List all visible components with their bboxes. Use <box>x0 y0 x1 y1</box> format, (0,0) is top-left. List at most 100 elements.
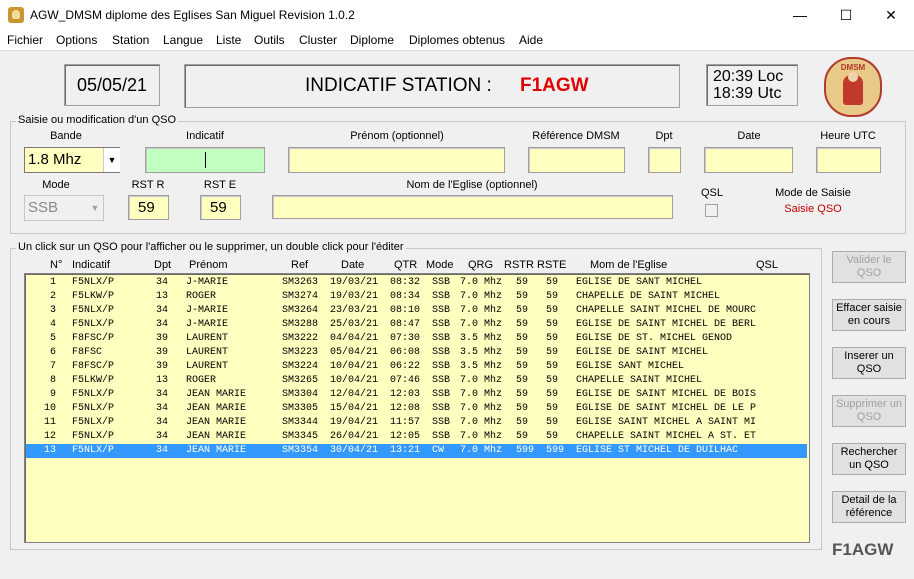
cell-date: 26/04/21 <box>330 431 379 442</box>
table-row[interactable]: 10 F5NLX/P 34 JEAN MARIE SM3305 15/04/21 12:08… <box>26 402 807 416</box>
cell-eglise: CHAPELLE SAINT MICHEL DE MOURC <box>576 305 757 316</box>
cell-ref: SM3265 <box>282 375 319 386</box>
bande-select[interactable]: 1.8 Mhz ▼ <box>24 147 120 173</box>
prenom-input[interactable] <box>288 147 505 173</box>
cell-num: 13 <box>43 445 56 456</box>
dpt-input[interactable] <box>648 147 681 173</box>
inserer-qso-button[interactable]: Inserer un QSO <box>832 347 906 379</box>
effacer-saisie-button[interactable]: Effacer saisie en cours <box>832 299 906 331</box>
menu-cluster[interactable]: Cluster <box>299 33 337 47</box>
table-row[interactable]: 1 F5NLX/P 34 J-MARIE SM3263 19/03/21 08:32 SSB 7… <box>26 276 807 290</box>
footer-callsign: F1AGW <box>832 540 894 559</box>
table-row[interactable]: 13 F5NLX/P 34 JEAN MARIE SM3354 30/04/21 13:21… <box>26 444 807 458</box>
col-header-eglise: Mom de l'Eglise <box>590 259 668 271</box>
table-row[interactable]: 11 F5NLX/P 34 JEAN MARIE SM3344 19/04/21 11:57… <box>26 416 807 430</box>
table-row[interactable]: 6 F8FSC 39 LAURENT SM3223 05/04/21 06:08 SSB 3.5… <box>26 346 807 360</box>
minimize-button[interactable]: — <box>777 0 823 30</box>
cell-dpt: 39 <box>156 333 169 344</box>
cell-num: 3 <box>49 305 56 316</box>
cell-rste: 59 <box>546 277 559 288</box>
cell-date: 05/04/21 <box>330 347 379 358</box>
cell-date: 23/03/21 <box>330 305 379 316</box>
menu-options[interactable]: Options <box>56 33 97 47</box>
mode-select[interactable]: SSB ▼ <box>24 195 104 221</box>
bande-label: Bande <box>50 130 82 142</box>
cell-prenom: ROGER <box>186 291 217 302</box>
menu-outils[interactable]: Outils <box>254 33 285 47</box>
table-row[interactable]: 2 F5LKW/P 13 ROGER SM3274 19/03/21 08:34 SSB 7.0… <box>26 290 807 304</box>
cell-date: 15/04/21 <box>330 403 379 414</box>
col-header-qrg: QRG <box>468 259 494 271</box>
cell-qrg: 7.0 Mhz <box>460 403 503 414</box>
cell-eglise: EGLISE DE SANT MICHEL <box>576 277 703 288</box>
heure-input[interactable] <box>816 147 881 173</box>
cell-prenom: JEAN MARIE <box>186 445 247 456</box>
table-row[interactable]: 12 F5NLX/P 34 JEAN MARIE SM3345 26/04/21 12:05… <box>26 430 807 444</box>
cell-qrg: 3.5 Mhz <box>460 333 503 344</box>
cell-num: 1 <box>49 277 56 288</box>
chevron-down-icon[interactable]: ▼ <box>103 148 120 172</box>
cell-qtr: 12:05 <box>390 431 421 442</box>
cell-rste: 59 <box>546 403 559 414</box>
table-row[interactable]: 4 F5NLX/P 34 J-MARIE SM3288 25/03/21 08:47 SSB 7… <box>26 318 807 332</box>
close-button[interactable]: ✕ <box>868 0 914 30</box>
qsl-checkbox[interactable] <box>705 204 718 217</box>
cell-date: 19/04/21 <box>330 417 379 428</box>
table-row[interactable]: 3 F5NLX/P 34 J-MARIE SM3264 23/03/21 08:10 SSB 7… <box>26 304 807 318</box>
cell-indicatif: F5NLX/P <box>72 445 115 456</box>
rechercher-qso-button[interactable]: Rechercher un QSO <box>832 443 906 475</box>
detail-reference-button[interactable]: Detail de la référence <box>832 491 906 523</box>
maximize-button[interactable]: ☐ <box>823 0 869 30</box>
cell-rstr: 59 <box>516 305 529 316</box>
cell-ref: SM3344 <box>282 417 319 428</box>
valider-qso-button[interactable]: Valider le QSO <box>832 251 906 283</box>
menu-bar: Fichier Options Station Langue Liste Out… <box>0 30 914 51</box>
table-row[interactable]: 8 F5LKW/P 13 ROGER SM3265 10/04/21 07:46 SSB 7.0… <box>26 374 807 388</box>
cell-indicatif: F8FSC/P <box>72 361 115 372</box>
table-row[interactable]: 5 F8FSC/P 39 LAURENT SM3222 04/04/21 07:30 SSB 3… <box>26 332 807 346</box>
cell-indicatif: F5LKW/P <box>72 375 115 386</box>
title-bar: AGW_DMSM diplome des Eglises San Miguel … <box>0 0 914 30</box>
nom-eglise-label: Nom de l'Eglise (optionnel) <box>406 179 538 191</box>
menu-station[interactable]: Station <box>112 33 149 47</box>
cell-num: 12 <box>43 431 56 442</box>
col-header-date: Date <box>341 259 365 271</box>
cell-ref: SM3354 <box>282 445 319 456</box>
date-input[interactable] <box>704 147 793 173</box>
menu-langue[interactable]: Langue <box>163 33 203 47</box>
cell-qrg: 7.0 Mhz <box>460 431 503 442</box>
cell-ref: SM3222 <box>282 333 319 344</box>
rst-e-input[interactable]: 59 <box>200 195 241 220</box>
cell-rstr: 59 <box>516 431 529 442</box>
rst-e-label: RST E <box>203 179 237 191</box>
menu-aide[interactable]: Aide <box>519 33 543 47</box>
supprimer-qso-button[interactable]: Supprimer un QSO <box>832 395 906 427</box>
cell-rste: 59 <box>546 417 559 428</box>
cell-rstr: 59 <box>516 389 529 400</box>
table-row[interactable]: 7 F8FSC/P 39 LAURENT SM3224 10/04/21 06:22 SSB 3… <box>26 360 807 374</box>
heure-label: Heure UTC <box>820 130 876 142</box>
menu-diplome[interactable]: Diplome <box>350 33 394 47</box>
menu-liste[interactable]: Liste <box>216 33 241 47</box>
cell-rstr: 59 <box>516 403 529 414</box>
cell-rste: 59 <box>546 361 559 372</box>
cell-num: 8 <box>49 375 56 386</box>
cell-rste: 59 <box>546 305 559 316</box>
nom-eglise-input[interactable] <box>272 195 673 219</box>
chevron-down-icon[interactable]: ▼ <box>87 196 103 220</box>
cell-eglise: CHAPELLE SAINT MICHEL <box>576 375 703 386</box>
cell-prenom: LAURENT <box>186 333 229 344</box>
cell-mode: SSB <box>432 347 451 358</box>
cell-qtr: 07:46 <box>390 375 421 386</box>
cell-eglise: EGLISE SANT MICHEL <box>576 361 685 372</box>
menu-diplomes-obtenus[interactable]: Diplomes obtenus <box>409 33 505 47</box>
cell-prenom: J-MARIE <box>186 319 229 330</box>
cell-ref: SM3264 <box>282 305 319 316</box>
reference-input[interactable] <box>528 147 625 173</box>
indicatif-input[interactable] <box>145 147 265 173</box>
table-row[interactable]: 9 F5NLX/P 34 JEAN MARIE SM3304 12/04/21 12:03 S… <box>26 388 807 402</box>
menu-fichier[interactable]: Fichier <box>7 33 43 47</box>
cell-dpt: 39 <box>156 361 169 372</box>
rst-r-input[interactable]: 59 <box>128 195 169 220</box>
qso-listbox[interactable]: 1 F5NLX/P 34 J-MARIE SM3263 19/03/21 08:32 SSB 7… <box>24 273 810 543</box>
